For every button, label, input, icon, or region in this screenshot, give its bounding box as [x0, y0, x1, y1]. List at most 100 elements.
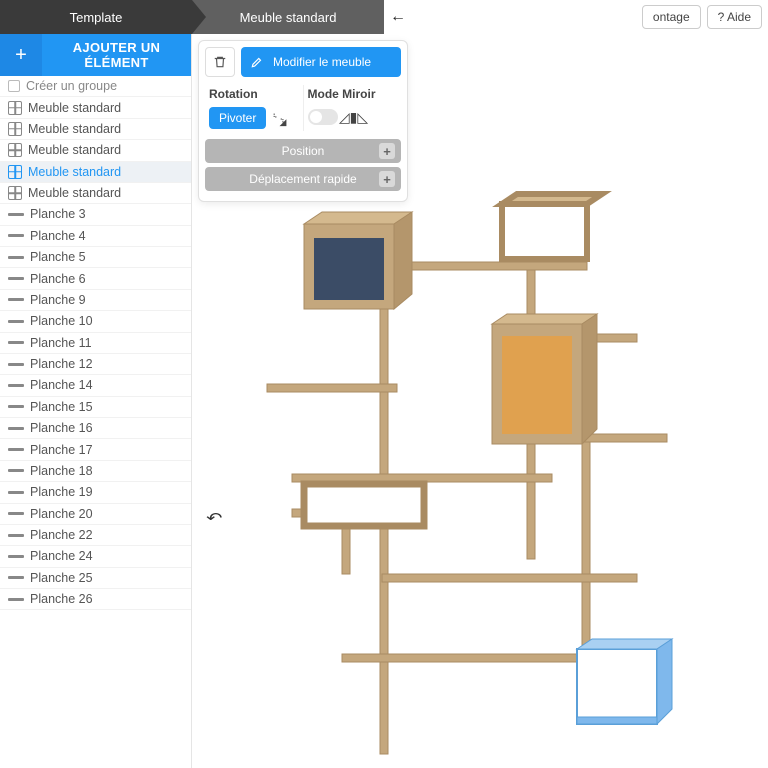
quick-move-label: Déplacement rapide [249, 172, 356, 186]
tree-item-label: Meuble standard [28, 101, 121, 115]
tree-item-label: Planche 6 [30, 272, 86, 286]
plank-icon [8, 448, 24, 451]
tree-item[interactable]: Planche 12 [0, 354, 191, 375]
plank-icon [8, 512, 24, 515]
tree-item-label: Planche 12 [30, 357, 93, 371]
tree-item-label: Meuble standard [28, 122, 121, 136]
rotate-icon[interactable]: ◢ [272, 108, 292, 128]
tree-item[interactable]: Planche 5 [0, 247, 191, 268]
tree-item[interactable]: Planche 22 [0, 525, 191, 546]
breadcrumb-root[interactable]: Template [0, 0, 192, 34]
breadcrumb-current[interactable]: Meuble standard [192, 0, 384, 34]
tree-item[interactable]: Planche 17 [0, 439, 191, 460]
breadcrumb-bar: Template Meuble standard ← ontage ? Aide [0, 0, 768, 34]
plank-icon [8, 277, 24, 280]
tree-item-label: Planche 26 [30, 592, 93, 606]
plank-icon [8, 469, 24, 472]
tree-item[interactable]: Planche 14 [0, 375, 191, 396]
plus-icon: + [0, 34, 42, 76]
tree-item[interactable]: Planche 11 [0, 333, 191, 354]
plank-icon [8, 405, 24, 408]
plank-icon [8, 298, 24, 301]
tree-item[interactable]: Planche 3 [0, 204, 191, 225]
orbit-icon[interactable]: ↶ [206, 509, 222, 527]
tree-group-item[interactable]: Créer un groupe [0, 76, 191, 97]
montage-button[interactable]: ontage [642, 5, 701, 29]
position-section[interactable]: Position + [205, 139, 401, 163]
plank-icon [8, 320, 24, 323]
position-label: Position [282, 144, 325, 158]
furniture-icon [8, 101, 22, 115]
group-icon [8, 80, 20, 92]
tree-item[interactable]: Meuble standard [0, 140, 191, 161]
tool-panel: Modifier le meuble Rotation Pivoter ◢ Mo [198, 40, 408, 202]
tree-item-label: Planche 24 [30, 549, 93, 563]
plank-icon [8, 256, 24, 259]
tree-item[interactable]: Planche 9 [0, 290, 191, 311]
mirror-icon: ◿▮◺ [344, 107, 364, 127]
tree-item-label: Planche 10 [30, 314, 93, 328]
tree-item[interactable]: Planche 25 [0, 568, 191, 589]
tree-item[interactable]: Planche 24 [0, 546, 191, 567]
tree-item[interactable]: Planche 16 [0, 418, 191, 439]
tree-item[interactable]: Meuble standard [0, 183, 191, 204]
add-element-button[interactable]: + AJOUTER UN ÉLÉMENT [0, 34, 191, 76]
plank-icon [8, 598, 24, 601]
plank-icon [8, 491, 24, 494]
viewport[interactable]: Modifier le meuble Rotation Pivoter ◢ Mo [192, 34, 768, 768]
tree-item-label: Planche 20 [30, 507, 93, 521]
expand-icon: + [379, 171, 395, 187]
plank-icon [8, 363, 24, 366]
delete-button[interactable] [205, 47, 235, 77]
tree-item-label: Planche 19 [30, 485, 93, 499]
expand-icon: + [379, 143, 395, 159]
tree-item-label: Planche 3 [30, 207, 86, 221]
tree-item[interactable]: Planche 20 [0, 504, 191, 525]
sidebar: + AJOUTER UN ÉLÉMENT Créer un groupe Meub… [0, 34, 192, 768]
tree-item-label: Planche 4 [30, 229, 86, 243]
tree-item[interactable]: Planche 19 [0, 482, 191, 503]
furniture-icon [8, 122, 22, 136]
back-arrow-icon[interactable]: ← [384, 0, 412, 34]
modify-label: Modifier le meuble [273, 55, 371, 69]
tree-item-label: Créer un groupe [26, 79, 117, 93]
tree-item[interactable]: Planche 4 [0, 226, 191, 247]
tree-item[interactable]: Planche 15 [0, 397, 191, 418]
element-tree: Créer un groupeMeuble standardMeuble sta… [0, 76, 191, 768]
plank-icon [8, 384, 24, 387]
tree-item[interactable]: Planche 26 [0, 589, 191, 610]
plank-icon [8, 213, 24, 216]
add-element-label: AJOUTER UN ÉLÉMENT [42, 40, 191, 70]
quick-move-section[interactable]: Déplacement rapide + [205, 167, 401, 191]
tree-item[interactable]: Planche 10 [0, 311, 191, 332]
pivot-button[interactable]: Pivoter [209, 107, 266, 129]
tree-item-label: Planche 9 [30, 293, 86, 307]
tree-item-label: Planche 14 [30, 378, 93, 392]
tree-item[interactable]: Meuble standard [0, 97, 191, 118]
tree-item-label: Planche 16 [30, 421, 93, 435]
tree-item-label: Meuble standard [28, 186, 121, 200]
tree-item-label: Planche 25 [30, 571, 93, 585]
tree-item[interactable]: Meuble standard [0, 119, 191, 140]
modify-furniture-button[interactable]: Modifier le meuble [241, 47, 401, 77]
help-button[interactable]: ? Aide [707, 5, 762, 29]
tree-item[interactable]: Meuble standard [0, 162, 191, 183]
tree-item-label: Planche 11 [30, 336, 92, 350]
furniture-icon [8, 186, 22, 200]
plank-icon [8, 341, 24, 344]
tree-item[interactable]: Planche 6 [0, 268, 191, 289]
plank-icon [8, 576, 24, 579]
tree-item-label: Planche 15 [30, 400, 93, 414]
tree-item-label: Planche 22 [30, 528, 93, 542]
tree-item[interactable]: Planche 18 [0, 461, 191, 482]
tree-item-label: Planche 5 [30, 250, 86, 264]
furniture-icon [8, 165, 22, 179]
furniture-icon [8, 143, 22, 157]
plank-icon [8, 534, 24, 537]
tree-item-label: Planche 17 [30, 443, 93, 457]
rotation-heading: Rotation [209, 87, 299, 101]
plank-icon [8, 427, 24, 430]
pencil-icon [249, 54, 265, 70]
tree-item-label: Planche 18 [30, 464, 93, 478]
mirror-toggle[interactable] [308, 109, 338, 125]
